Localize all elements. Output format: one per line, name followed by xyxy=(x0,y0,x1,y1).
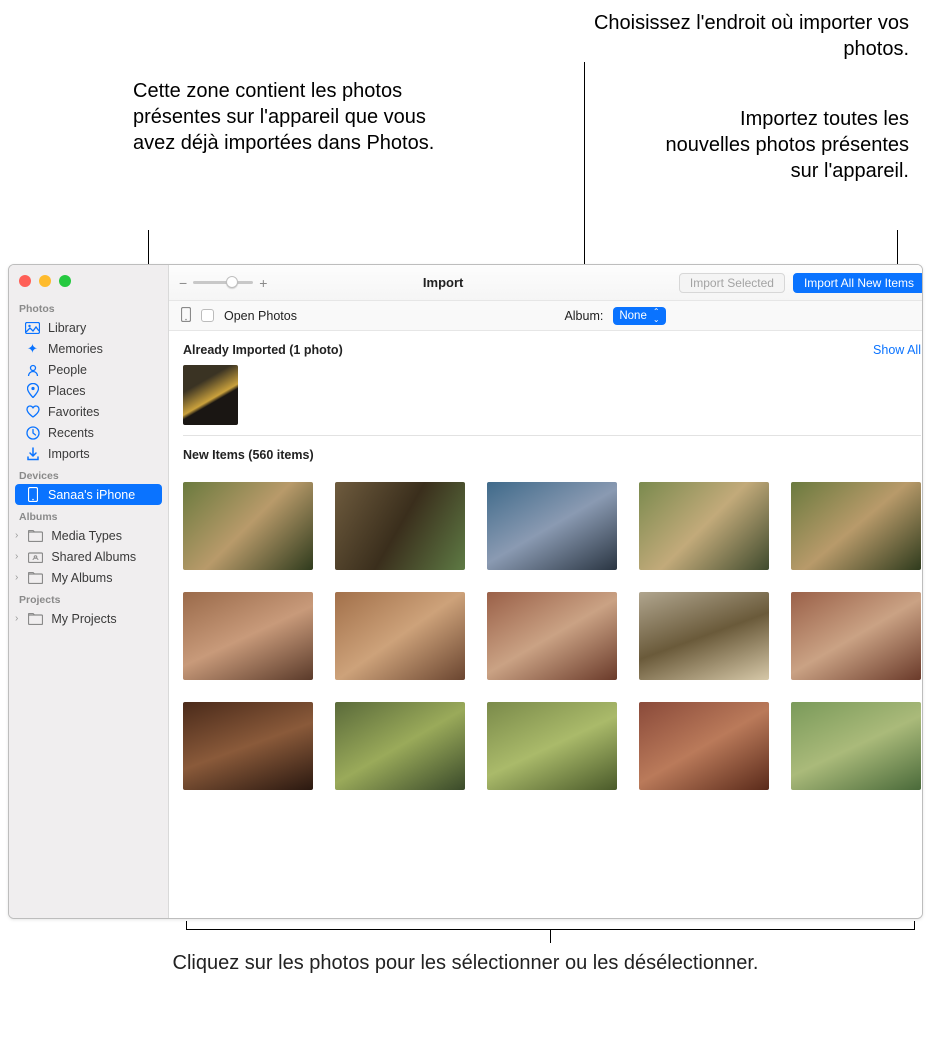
photo-thumbnail[interactable] xyxy=(335,592,465,680)
sidebar-item-recents[interactable]: Recents xyxy=(9,422,168,443)
sidebar-item-label: Imports xyxy=(48,447,90,461)
photo-thumbnail[interactable] xyxy=(487,702,617,790)
photo-thumbnail[interactable] xyxy=(183,592,313,680)
sidebar-item-label: Places xyxy=(48,384,86,398)
album-label: Album: xyxy=(564,309,603,323)
imports-icon xyxy=(25,446,40,461)
folder-icon xyxy=(28,528,43,543)
section-divider xyxy=(183,435,921,436)
callout-import-all: Importez toutes les nouvelles photos pré… xyxy=(659,106,909,184)
photo-thumbnail[interactable] xyxy=(639,592,769,680)
chevron-right-icon: › xyxy=(15,530,18,541)
sidebar-item-media-types[interactable]: › Media Types xyxy=(9,525,168,546)
callout-album-destination: Choisissez l'endroit où importer vos pho… xyxy=(559,10,909,62)
sidebar-item-people[interactable]: People xyxy=(9,359,168,380)
sidebar-item-label: Memories xyxy=(48,342,103,356)
album-select[interactable]: None ⌃⌄ xyxy=(613,307,665,325)
sidebar-item-label: My Albums xyxy=(51,571,112,585)
sidebar-item-favorites[interactable]: Favorites xyxy=(9,401,168,422)
import-all-new-items-button[interactable]: Import All New Items xyxy=(793,273,923,293)
photo-thumbnail[interactable] xyxy=(335,702,465,790)
photo-thumbnail[interactable] xyxy=(183,702,313,790)
open-photos-label: Open Photos xyxy=(224,309,297,323)
sidebar-section-photos: Photos xyxy=(9,297,168,317)
thumbnail-size-slider[interactable]: − + xyxy=(179,275,267,291)
chevron-right-icon: › xyxy=(15,551,18,562)
photo-thumbnail[interactable] xyxy=(791,482,921,570)
photo-thumbnail[interactable] xyxy=(639,482,769,570)
device-icon xyxy=(181,307,191,325)
sidebar: Photos Library ✦ Memories People Places xyxy=(9,265,169,918)
sidebar-item-my-albums[interactable]: › My Albums xyxy=(9,567,168,588)
chevron-updown-icon: ⌃⌄ xyxy=(653,308,660,324)
photo-thumbnail[interactable] xyxy=(183,365,238,425)
photo-thumbnail[interactable] xyxy=(183,482,313,570)
sidebar-item-places[interactable]: Places xyxy=(9,380,168,401)
sidebar-section-projects: Projects xyxy=(9,588,168,608)
sidebar-item-label: Shared Albums xyxy=(51,550,136,564)
people-icon xyxy=(25,362,40,377)
slider-thumb[interactable] xyxy=(226,276,238,288)
chevron-right-icon: › xyxy=(15,613,18,624)
close-window-button[interactable] xyxy=(19,275,31,287)
toolbar-title: Import xyxy=(275,275,671,290)
already-imported-header: Already Imported (1 photo) Show All xyxy=(183,341,921,365)
folder-icon xyxy=(28,570,43,585)
album-select-value: None xyxy=(619,310,647,322)
sidebar-item-shared-albums[interactable]: › Shared Albums xyxy=(9,546,168,567)
sidebar-item-label: Sanaa's iPhone xyxy=(48,488,135,502)
sidebar-item-label: Library xyxy=(48,321,86,335)
photo-thumbnail[interactable] xyxy=(335,482,465,570)
photo-thumbnail[interactable] xyxy=(639,702,769,790)
import-options-bar: Open Photos Album: None ⌃⌄ xyxy=(169,301,923,331)
new-items-header: New Items (560 items) xyxy=(183,446,921,470)
places-icon xyxy=(25,383,40,398)
memories-icon: ✦ xyxy=(25,341,40,356)
fullscreen-window-button[interactable] xyxy=(59,275,71,287)
already-imported-label: Already Imported (1 photo) xyxy=(183,343,343,357)
sidebar-section-devices: Devices xyxy=(9,464,168,484)
chevron-right-icon: › xyxy=(15,572,18,583)
sidebar-item-label: Recents xyxy=(48,426,94,440)
recents-icon xyxy=(25,425,40,440)
callout-line xyxy=(914,921,915,929)
import-selected-button[interactable]: Import Selected xyxy=(679,273,785,293)
sidebar-section-albums: Albums xyxy=(9,505,168,525)
callout-line xyxy=(550,929,551,943)
show-all-link[interactable]: Show All xyxy=(873,343,921,357)
shared-icon xyxy=(28,549,43,564)
sidebar-item-device[interactable]: Sanaa's iPhone xyxy=(15,484,162,505)
sidebar-item-label: People xyxy=(48,363,87,377)
photo-thumbnail[interactable] xyxy=(487,482,617,570)
callout-line xyxy=(186,921,187,929)
minimize-window-button[interactable] xyxy=(39,275,51,287)
sidebar-item-label: Media Types xyxy=(51,529,122,543)
content-area: Already Imported (1 photo) Show All New … xyxy=(169,331,923,918)
zoom-out-icon: − xyxy=(179,275,187,291)
library-icon xyxy=(25,320,40,335)
sidebar-item-memories[interactable]: ✦ Memories xyxy=(9,338,168,359)
callout-already-imported: Cette zone contient les photos présentes… xyxy=(133,78,438,156)
favorites-icon xyxy=(25,404,40,419)
main-area: − + Import Import Selected Import All Ne… xyxy=(169,265,923,918)
sidebar-item-imports[interactable]: Imports xyxy=(9,443,168,464)
photo-thumbnail[interactable] xyxy=(791,592,921,680)
new-items-grid xyxy=(183,482,921,790)
toolbar: − + Import Import Selected Import All Ne… xyxy=(169,265,923,301)
photos-app-window: Photos Library ✦ Memories People Places xyxy=(8,264,923,919)
callout-select-photos: Cliquez sur les photos pour les sélectio… xyxy=(0,950,931,976)
window-controls xyxy=(9,271,168,297)
sidebar-item-my-projects[interactable]: › My Projects xyxy=(9,608,168,629)
sidebar-item-label: Favorites xyxy=(48,405,99,419)
zoom-in-icon: + xyxy=(259,275,267,291)
photo-thumbnail[interactable] xyxy=(487,592,617,680)
folder-icon xyxy=(28,611,43,626)
iphone-icon xyxy=(25,487,40,502)
sidebar-item-label: My Projects xyxy=(51,612,116,626)
slider-track[interactable] xyxy=(193,281,253,284)
new-items-label: New Items (560 items) xyxy=(183,448,314,462)
open-photos-checkbox[interactable] xyxy=(201,309,214,322)
photo-thumbnail[interactable] xyxy=(791,702,921,790)
sidebar-item-library[interactable]: Library xyxy=(9,317,168,338)
